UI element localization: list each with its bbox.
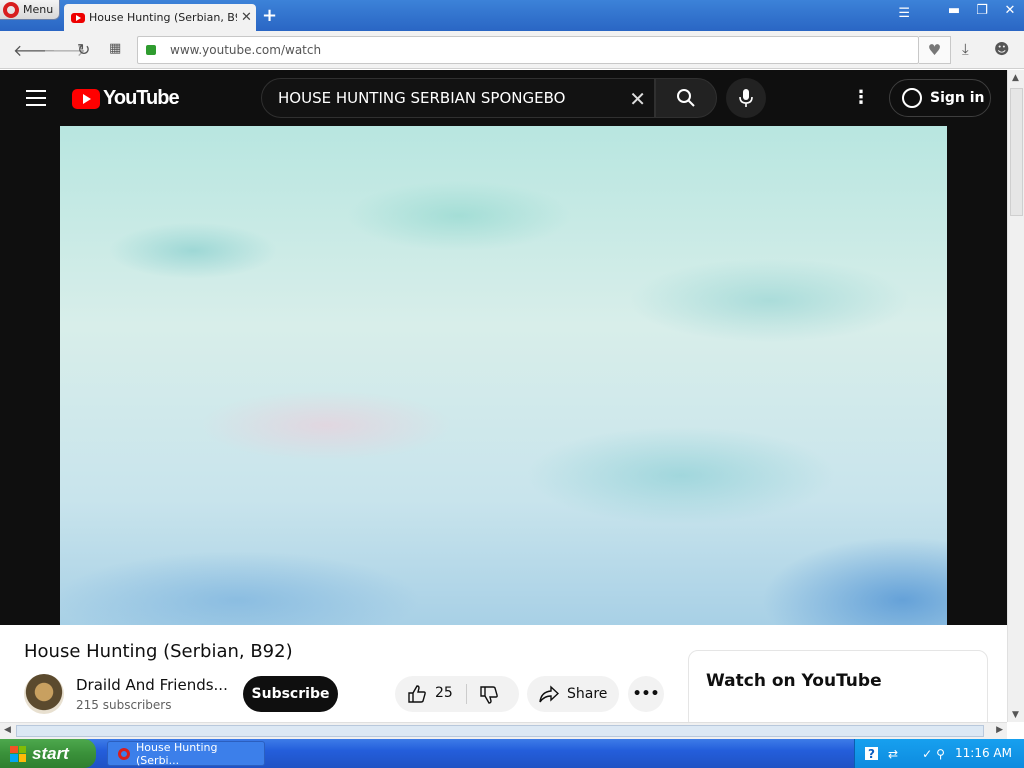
bookmark-heart-icon[interactable]: ♥ bbox=[919, 36, 951, 64]
like-button[interactable]: 25 bbox=[395, 676, 467, 712]
hamburger-menu-icon[interactable] bbox=[26, 90, 46, 111]
opera-menu-button[interactable]: Menu bbox=[0, 0, 60, 20]
subscribe-button[interactable]: Subscribe bbox=[243, 676, 338, 712]
video-info-section: House Hunting (Serbian, B92) Draild And … bbox=[0, 625, 1007, 722]
restore-icon[interactable]: ❐ bbox=[968, 0, 996, 20]
taskbar-item-label: House Hunting (Serbi... bbox=[136, 740, 218, 767]
youtube-logo[interactable]: YouTube bbox=[72, 87, 180, 110]
reload-icon[interactable]: ↻ bbox=[77, 40, 90, 59]
search-query: HOUSE HUNTING SERBIAN SPONGEBO bbox=[278, 89, 566, 107]
taskbar-item-browser[interactable]: House Hunting (Serbi... bbox=[107, 740, 265, 767]
watch-on-youtube-label: Watch on YouTube bbox=[706, 671, 882, 691]
new-tab-button[interactable]: + bbox=[262, 5, 277, 26]
clear-search-icon[interactable]: ✕ bbox=[629, 87, 646, 111]
youtube-favicon-icon bbox=[71, 12, 85, 23]
windows-taskbar: start House Hunting (Serbi... ? ⇄ ✓ ⚲ 11… bbox=[0, 739, 1024, 768]
video-player[interactable] bbox=[60, 126, 947, 625]
secure-lock-icon bbox=[146, 45, 156, 55]
account-icon[interactable]: ☻ bbox=[994, 40, 1010, 58]
youtube-page: YouTube HOUSE HUNTING SERBIAN SPONGEBO ✕… bbox=[0, 70, 1007, 722]
share-arrow-icon bbox=[539, 685, 559, 703]
url-text: www.youtube.com/watch bbox=[170, 43, 322, 57]
scroll-right-icon[interactable]: ▶ bbox=[996, 725, 1003, 735]
more-actions-button[interactable]: ••• bbox=[628, 676, 664, 712]
clock: 11:16 AM bbox=[955, 746, 1012, 760]
youtube-play-icon bbox=[72, 88, 100, 109]
downloads-icon[interactable]: ⤓ bbox=[962, 40, 969, 58]
start-button[interactable]: start bbox=[0, 739, 96, 768]
scroll-left-icon[interactable]: ◀ bbox=[4, 725, 11, 735]
search-button[interactable] bbox=[655, 78, 717, 118]
tab-menu-icon[interactable]: ☰ bbox=[898, 6, 910, 21]
tab-title: House Hunting (Serbian, B92) bbox=[89, 11, 237, 24]
thumbs-up-icon bbox=[408, 685, 426, 703]
watch-on-youtube-card[interactable]: Watch on YouTube bbox=[688, 650, 988, 722]
like-dislike-group: 25 bbox=[395, 676, 519, 712]
tab-close-icon[interactable]: ✕ bbox=[241, 10, 252, 25]
opera-taskbar-icon bbox=[118, 747, 130, 760]
vertical-scrollbar[interactable]: ▲ ▼ bbox=[1007, 70, 1024, 722]
user-circle-icon bbox=[902, 88, 922, 108]
search-input[interactable]: HOUSE HUNTING SERBIAN SPONGEBO ✕ bbox=[261, 78, 655, 118]
window-controls: ▬ ❐ ✕ bbox=[940, 0, 1024, 20]
sign-in-button[interactable]: Sign in bbox=[889, 79, 991, 117]
help-icon[interactable]: ? bbox=[865, 747, 878, 761]
scroll-down-icon[interactable]: ▼ bbox=[1012, 710, 1019, 720]
minimize-icon[interactable]: ▬ bbox=[940, 0, 968, 20]
youtube-wordmark: YouTube bbox=[103, 87, 180, 109]
opera-logo-icon bbox=[3, 1, 19, 18]
youtube-header: YouTube HOUSE HUNTING SERBIAN SPONGEBO ✕… bbox=[0, 70, 1007, 126]
microphone-icon bbox=[739, 89, 753, 107]
speed-dial-icon[interactable]: ▦ bbox=[109, 41, 121, 56]
share-label: Share bbox=[567, 686, 608, 702]
video-title: House Hunting (Serbian, B92) bbox=[24, 641, 293, 662]
sign-in-label: Sign in bbox=[930, 90, 985, 106]
browser-tab-active[interactable]: House Hunting (Serbian, B92) ✕ bbox=[64, 4, 256, 31]
more-options-icon[interactable]: ⋮ bbox=[852, 87, 870, 108]
search-icon bbox=[677, 89, 695, 107]
channel-avatar[interactable] bbox=[24, 674, 64, 714]
address-bar[interactable]: www.youtube.com/watch bbox=[137, 36, 919, 64]
share-button[interactable]: Share bbox=[527, 676, 619, 712]
channel-name[interactable]: Draild And Friends... bbox=[76, 676, 228, 694]
browser-tab-bar: Menu House Hunting (Serbian, B92) ✕ + ☰ … bbox=[0, 0, 1024, 31]
system-tray: ? ⇄ ✓ ⚲ 11:16 AM bbox=[854, 739, 1024, 768]
scroll-up-icon[interactable]: ▲ bbox=[1012, 73, 1019, 83]
security-shield-icon[interactable]: ✓ bbox=[922, 747, 932, 761]
like-count: 25 bbox=[435, 685, 453, 701]
window-close-icon[interactable]: ✕ bbox=[996, 0, 1024, 20]
subscriber-count: 215 subscribers bbox=[76, 698, 172, 712]
start-label: start bbox=[32, 743, 69, 763]
network-icon[interactable]: ⇄ bbox=[888, 747, 898, 761]
browser-nav-bar: 🡐 🡒 ↻ ▦ www.youtube.com/watch ♥ ⤓ ☻ bbox=[0, 31, 1024, 69]
tray-search-icon[interactable]: ⚲ bbox=[936, 747, 945, 761]
thumbs-down-icon bbox=[480, 686, 498, 704]
dislike-button[interactable] bbox=[467, 676, 519, 712]
menu-label: Menu bbox=[23, 3, 54, 16]
horizontal-scroll-thumb[interactable] bbox=[16, 725, 984, 737]
horizontal-scrollbar[interactable]: ◀ ▶ bbox=[0, 722, 1007, 739]
windows-logo-icon bbox=[10, 745, 26, 762]
voice-search-button[interactable] bbox=[726, 78, 766, 118]
vertical-scroll-thumb[interactable] bbox=[1010, 88, 1023, 216]
